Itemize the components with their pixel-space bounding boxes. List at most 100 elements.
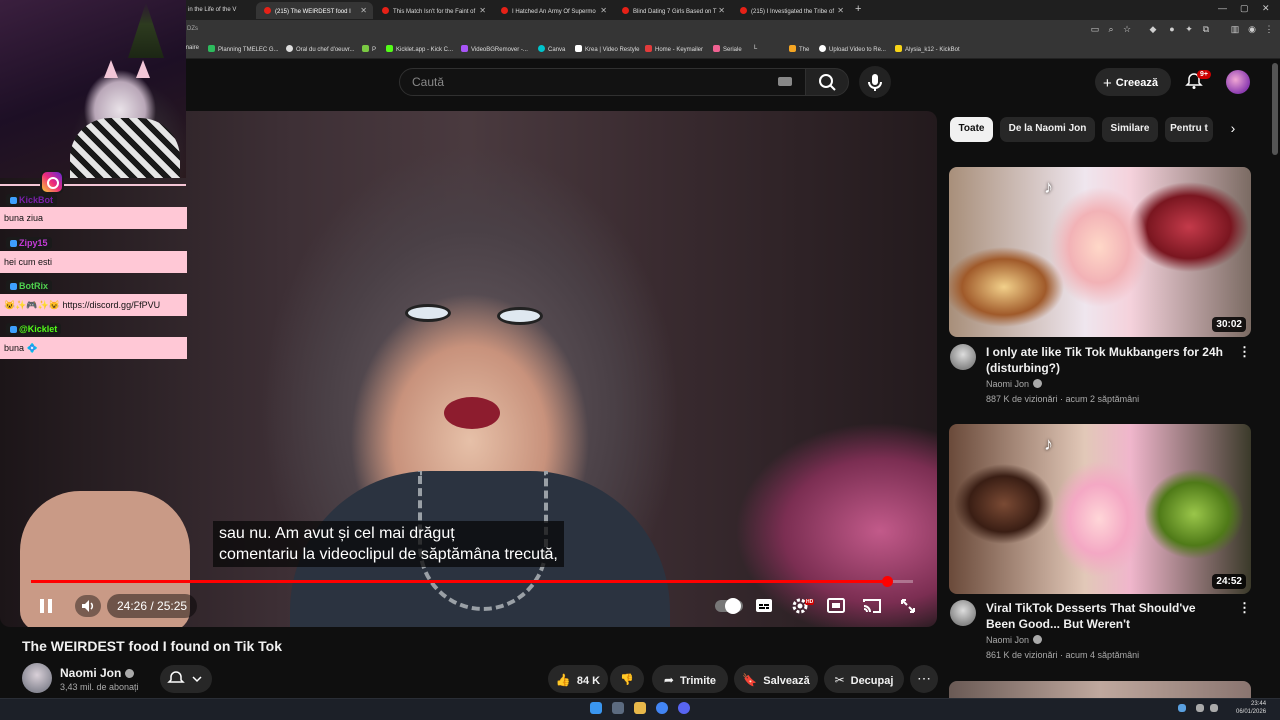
profile-icon[interactable]: ◉ — [1246, 24, 1258, 36]
extension-icon[interactable]: ✦ — [1183, 24, 1195, 36]
keyboard-icon[interactable] — [778, 77, 792, 86]
browser-tab[interactable]: I Hatched An Army Of Supermo ✕ — [493, 2, 613, 19]
save-button[interactable]: 🔖 Salvează — [734, 665, 818, 693]
recommendation-title[interactable]: Viral TikTok Desserts That Should've Bee… — [986, 600, 1226, 632]
volume-button[interactable] — [75, 595, 101, 617]
chat-username: Zipy15 — [6, 237, 52, 249]
new-tab-button[interactable]: + — [855, 3, 861, 15]
autoplay-toggle[interactable] — [715, 598, 743, 614]
share-button[interactable]: ➦ Trimite — [652, 665, 728, 693]
recommendation-title[interactable]: I only ate like Tik Tok Mukbangers for 2… — [986, 344, 1226, 376]
video-player[interactable]: sau nu. Am avut și cel mai drăguț coment… — [0, 111, 937, 627]
chevron-right-icon[interactable]: › — [1224, 120, 1242, 138]
minimize-icon[interactable]: — — [1218, 3, 1227, 13]
chip-all[interactable]: Toate — [950, 117, 993, 142]
more-dots-icon: ⋯ — [917, 670, 931, 686]
network-icon[interactable] — [1196, 704, 1204, 712]
bookmark-item[interactable]: Krea | Video Restyle — [575, 45, 639, 53]
recommendation-thumbnail[interactable]: ♪ 24:52 — [949, 424, 1251, 594]
browser-tab[interactable]: Blind Dating 7 Girls Based on T ✕ — [614, 2, 731, 19]
progress-scrubber[interactable] — [881, 576, 893, 587]
create-button[interactable]: + Creează — [1095, 68, 1171, 96]
browser-tab[interactable]: (215) I Investigated the Tribe of ✕ — [732, 2, 850, 19]
progress-fill — [31, 580, 887, 583]
page-scrollbar[interactable] — [1272, 63, 1278, 155]
notification-badge: 9+ — [1197, 70, 1211, 79]
channel-avatar[interactable] — [950, 600, 976, 626]
subtitles-button[interactable] — [751, 595, 777, 617]
voice-search-button[interactable] — [859, 66, 891, 98]
menu-dots-icon[interactable]: ⋮ — [1263, 24, 1275, 36]
close-tab-icon[interactable]: ✕ — [718, 6, 725, 15]
address-bar[interactable]: DZs ▭ ⌕ ☆ ◆ ● ✦ ⧉ ▥ ◉ ⋮ — [0, 20, 1280, 42]
close-tab-icon[interactable]: ✕ — [360, 6, 367, 15]
discord-icon[interactable] — [678, 702, 690, 714]
windows-start-icon[interactable] — [590, 702, 602, 714]
autoplay-play-icon — [725, 598, 741, 614]
puzzle-icon[interactable]: ⧉ — [1200, 24, 1212, 36]
file-explorer-icon[interactable] — [634, 702, 646, 714]
more-actions-button[interactable]: ⋯ — [910, 665, 938, 693]
browser-tab[interactable]: This Match Isn't for the Faint of ✕ — [374, 2, 492, 19]
dislike-button[interactable]: 👎 — [610, 665, 644, 693]
tray-icon[interactable] — [1178, 704, 1186, 712]
bookmark-item[interactable]: Oral du chef d'oeuvr... — [286, 45, 355, 53]
bookmark-item[interactable]: L — [754, 45, 757, 51]
bookmark-item[interactable]: Seriale — [713, 45, 742, 53]
bookmark-star-icon[interactable]: ☆ — [1121, 24, 1133, 36]
bookmark-item[interactable]: Planning TMELEC G... — [208, 45, 279, 53]
channel-avatar[interactable] — [950, 344, 976, 370]
sidebar-icon[interactable]: ▥ — [1229, 24, 1241, 36]
bookmark-item[interactable]: Alysia_k12 - KickBot — [895, 45, 960, 53]
subscription-bell-button[interactable] — [160, 665, 212, 693]
chip-from-channel[interactable]: De la Naomi Jon — [1000, 117, 1095, 142]
account-avatar[interactable] — [1226, 70, 1250, 94]
miniplayer-button[interactable] — [823, 595, 849, 617]
bookmark-item[interactable]: Home - Keymailer — [645, 45, 703, 53]
chip-for-you[interactable]: Pentru t — [1165, 117, 1213, 142]
zoom-icon[interactable]: ⌕ — [1105, 24, 1117, 36]
extension-icon[interactable]: ◆ — [1147, 24, 1159, 36]
bookmark-item[interactable]: The — [789, 45, 809, 53]
recommendation-channel[interactable]: Naomi Jon — [986, 635, 1043, 645]
cast-icon[interactable]: ▭ — [1089, 24, 1101, 36]
channel-name[interactable]: Naomi Jon — [60, 666, 135, 680]
close-tab-icon[interactable]: ✕ — [837, 6, 844, 15]
bookmark-item[interactable]: maire — [184, 45, 199, 51]
browser-tab[interactable]: in the Life of the V — [180, 2, 255, 19]
close-tab-icon[interactable]: ✕ — [600, 6, 607, 15]
search-button[interactable] — [805, 68, 849, 96]
extension-icon[interactable]: ● — [1166, 24, 1178, 36]
recommendation-thumbnail[interactable]: ♪ 30:02 — [949, 167, 1251, 337]
bookmark-item[interactable]: Canva — [538, 45, 565, 53]
tiktok-logo-icon: ♪ — [1044, 434, 1053, 454]
chrome-icon[interactable] — [656, 702, 668, 714]
clip-button[interactable]: ✂ Decupaj — [824, 665, 904, 693]
video-frame-eye — [405, 304, 451, 322]
bookmark-item[interactable]: P — [362, 45, 376, 53]
clock-time: 23:44 — [1251, 701, 1267, 707]
recommendation-channel[interactable]: Naomi Jon — [986, 379, 1043, 389]
browser-tab-active[interactable]: (215) The WEIRDEST food I ✕ — [256, 2, 373, 19]
more-vert-icon[interactable]: ⋮ — [1238, 600, 1251, 616]
fullscreen-button[interactable] — [895, 595, 921, 617]
bookmark-item[interactable]: VideoBGRemover -... — [461, 45, 528, 53]
close-window-icon[interactable]: ✕ — [1262, 3, 1270, 14]
progress-bar[interactable] — [31, 576, 913, 587]
like-button[interactable]: 👍 84 K — [548, 665, 608, 693]
cast-button[interactable] — [859, 595, 885, 617]
more-vert-icon[interactable]: ⋮ — [1238, 344, 1251, 360]
volume-tray-icon[interactable] — [1210, 704, 1218, 712]
pause-button[interactable] — [37, 595, 53, 617]
search-taskbar-icon[interactable] — [612, 702, 624, 714]
volume-icon — [82, 600, 94, 612]
recommendation-meta: 887 K de vizionări · acum 2 săptămâni — [986, 394, 1140, 404]
channel-avatar[interactable] — [22, 663, 52, 693]
chip-related[interactable]: Similare — [1102, 117, 1158, 142]
bookmark-item[interactable]: Upload Video to Re... — [819, 45, 886, 53]
bookmark-item[interactable]: Kicklet.app - Kick C... — [386, 45, 453, 53]
close-tab-icon[interactable]: ✕ — [479, 6, 486, 15]
search-input[interactable] — [400, 69, 805, 95]
search-box — [399, 68, 806, 96]
maximize-icon[interactable]: ▢ — [1240, 3, 1249, 14]
